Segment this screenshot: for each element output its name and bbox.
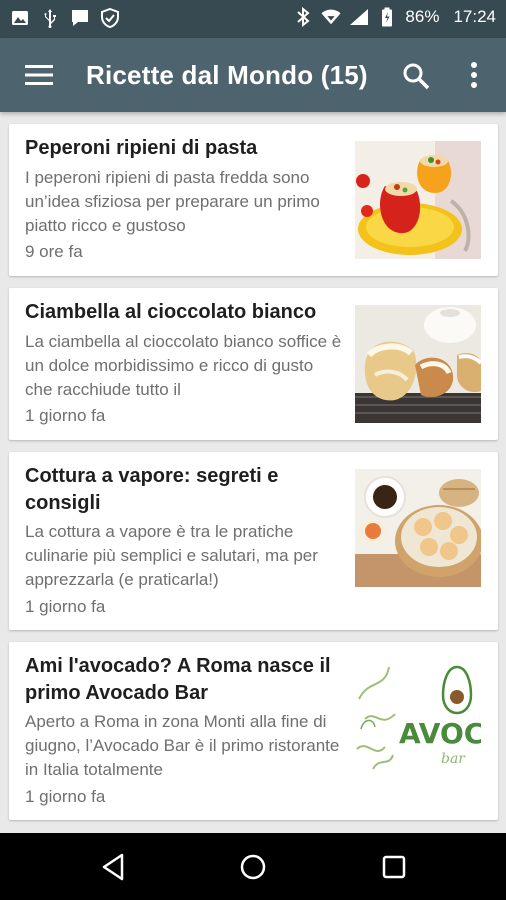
article-title: Ciambella al cioccolato bianco [25, 301, 317, 323]
message-icon [70, 8, 90, 28]
wifi-icon [321, 7, 341, 27]
menu-icon[interactable] [24, 62, 54, 88]
back-icon[interactable] [98, 851, 130, 883]
article-time: 1 giorno fa [25, 406, 106, 425]
article-card[interactable]: Ami l'avocado? A Roma nasce il primo Avo… [9, 642, 498, 820]
more-vert-icon[interactable] [466, 60, 482, 90]
steamed-dumplings-image [355, 469, 481, 587]
article-title: Peperoni ripieni di pasta [25, 137, 258, 159]
article-time: 1 giorno fa [25, 787, 106, 806]
avocado-bar-logo-image: AVOCADO bar [355, 659, 481, 777]
article-excerpt: I peperoni ripieni di pasta fredda sono … [25, 168, 320, 235]
article-excerpt: Aperto a Roma in zona Monti alla fine di… [25, 712, 340, 779]
stuffed-peppers-image [355, 141, 481, 259]
article-card[interactable]: Peperoni ripieni di pasta I peperoni rip… [9, 124, 498, 276]
bluetooth-icon [293, 7, 313, 27]
signal-icon [349, 7, 369, 27]
article-time: 1 giorno fa [25, 597, 106, 616]
article-title: Cottura a vapore: segreti e consigli [25, 465, 279, 514]
battery-icon [377, 7, 397, 27]
white-chocolate-cake-image [355, 305, 481, 423]
article-title: Ami l'avocado? A Roma nasce il primo Avo… [25, 655, 331, 704]
app-title: Ricette dal Mondo (15) [86, 60, 368, 90]
avocado-logo-text: AVOCADO [399, 717, 481, 750]
article-excerpt: La cottura a vapore è tra le pratiche cu… [25, 522, 318, 589]
avocado-logo-subtext: bar [441, 751, 466, 767]
battery-percentage: 86% [405, 7, 440, 26]
clock: 17:24 [453, 7, 496, 26]
search-icon[interactable] [402, 62, 430, 90]
status-bar: 86% 17:24 [0, 0, 506, 38]
navigation-bar [0, 833, 506, 900]
usb-icon [40, 8, 60, 28]
article-excerpt: La ciambella al cioccolato bianco soffic… [25, 332, 342, 399]
image-icon [10, 8, 30, 28]
article-card[interactable]: Cottura a vapore: segreti e consigli La … [9, 452, 498, 630]
recents-icon[interactable] [378, 851, 410, 883]
shield-icon [100, 8, 120, 28]
app-bar: Ricette dal Mondo (15) [0, 38, 506, 112]
home-icon[interactable] [237, 851, 269, 883]
article-card[interactable]: Ciambella al cioccolato bianco La ciambe… [9, 288, 498, 440]
article-time: 9 ore fa [25, 242, 83, 261]
